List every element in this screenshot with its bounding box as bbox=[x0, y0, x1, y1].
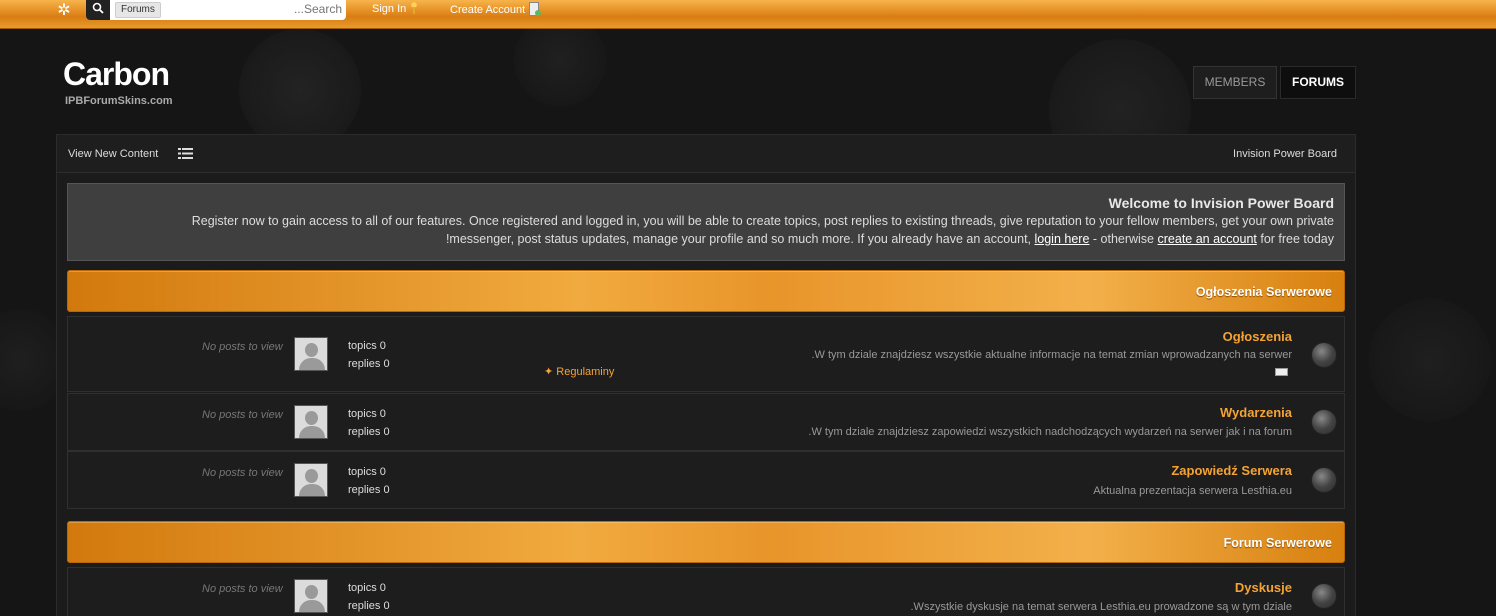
list-icon[interactable] bbox=[178, 148, 193, 159]
forum-title[interactable]: Dyskusje bbox=[1235, 580, 1292, 595]
search-box: Forums bbox=[86, 0, 346, 20]
replies-count: replies 0 bbox=[348, 484, 390, 496]
sign-in-link[interactable]: Sign In bbox=[372, 2, 419, 16]
forum-title[interactable]: Zapowiedź Serwera bbox=[1171, 463, 1292, 478]
key-icon bbox=[410, 2, 419, 14]
topics-count: topics 0 bbox=[348, 582, 386, 594]
forum-status-icon bbox=[1311, 342, 1337, 368]
welcome-text: Register now to gain access to all of ou… bbox=[191, 214, 1334, 246]
tab-members[interactable]: MEMBERS bbox=[1193, 66, 1277, 99]
logo-subtitle: IPBForumSkins.com bbox=[65, 95, 173, 107]
forum-description: .Wszystkie dyskusje na temat serwera Les… bbox=[910, 601, 1293, 613]
forum-status-icon bbox=[1311, 583, 1337, 609]
forum-description: .W tym dziale znajdziesz zapowiedzi wszy… bbox=[808, 426, 1292, 438]
forum-description: Aktualna prezentacja serwera Lesthia.eu bbox=[1093, 485, 1292, 497]
topics-count: topics 0 bbox=[348, 466, 386, 478]
rss-icon[interactable] bbox=[1275, 368, 1288, 376]
top-bar: ✲ Forums Sign In Create Account bbox=[0, 0, 1496, 29]
clipboard-icon bbox=[529, 2, 542, 16]
forum-row: No posts to view topics 0 replies 0 Wyda… bbox=[67, 393, 1345, 451]
category-header[interactable]: Ogłoszenia Serwerowe bbox=[67, 270, 1345, 312]
forum-title[interactable]: Wydarzenia bbox=[1220, 405, 1292, 420]
forum-status-icon bbox=[1311, 409, 1337, 435]
last-post-info: No posts to view bbox=[202, 467, 283, 479]
search-input[interactable] bbox=[246, 1, 342, 17]
avatar[interactable] bbox=[294, 579, 328, 613]
forum-row: No posts to view topics 0 replies 0 Zapo… bbox=[67, 451, 1345, 509]
forum-row: No posts to view topics 0 replies 0 Dysk… bbox=[67, 567, 1345, 616]
gear-icon[interactable]: ✲ bbox=[55, 2, 73, 20]
last-post-info: No posts to view bbox=[202, 341, 283, 353]
create-account-link[interactable]: Create Account bbox=[450, 2, 542, 17]
search-icon bbox=[92, 2, 104, 14]
main-content: View New Content Invision Power Board We… bbox=[56, 134, 1356, 616]
forum-description: .W tym dziale znajdziesz wszystkie aktua… bbox=[811, 349, 1292, 361]
search-scope[interactable]: Forums bbox=[115, 2, 161, 18]
forum-title[interactable]: Ogłoszenia bbox=[1223, 329, 1292, 344]
replies-count: replies 0 bbox=[348, 426, 390, 438]
category-header[interactable]: Forum Serwerowe bbox=[67, 521, 1345, 563]
sub-navigation: View New Content Invision Power Board bbox=[57, 135, 1355, 173]
forum-row: No posts to view topics 0 replies 0 ✦ Re… bbox=[67, 316, 1345, 392]
avatar[interactable] bbox=[294, 337, 328, 371]
avatar[interactable] bbox=[294, 405, 328, 439]
create-account-inline-link[interactable]: create an account bbox=[1158, 232, 1257, 246]
logo[interactable]: Carbon bbox=[63, 56, 170, 93]
view-new-content-link[interactable]: View New Content bbox=[68, 148, 158, 160]
replies-count: replies 0 bbox=[348, 358, 390, 370]
forum-status-icon bbox=[1311, 467, 1337, 493]
create-account-label: Create Account bbox=[450, 4, 526, 16]
avatar[interactable] bbox=[294, 463, 328, 497]
search-button[interactable] bbox=[86, 0, 110, 20]
welcome-box: Welcome to Invision Power Board Register… bbox=[67, 183, 1345, 261]
login-link[interactable]: login here bbox=[1035, 232, 1090, 246]
breadcrumb[interactable]: Invision Power Board bbox=[1233, 148, 1337, 160]
tab-forums[interactable]: FORUMS bbox=[1280, 66, 1356, 99]
topics-count: topics 0 bbox=[348, 340, 386, 352]
topics-count: topics 0 bbox=[348, 408, 386, 420]
replies-count: replies 0 bbox=[348, 600, 390, 612]
welcome-title: Welcome to Invision Power Board bbox=[1108, 195, 1334, 211]
last-post-info: No posts to view bbox=[202, 583, 283, 595]
subforum-link[interactable]: ✦ Regulaminy bbox=[544, 365, 614, 378]
sign-in-label: Sign In bbox=[372, 3, 407, 15]
last-post-info: No posts to view bbox=[202, 409, 283, 421]
